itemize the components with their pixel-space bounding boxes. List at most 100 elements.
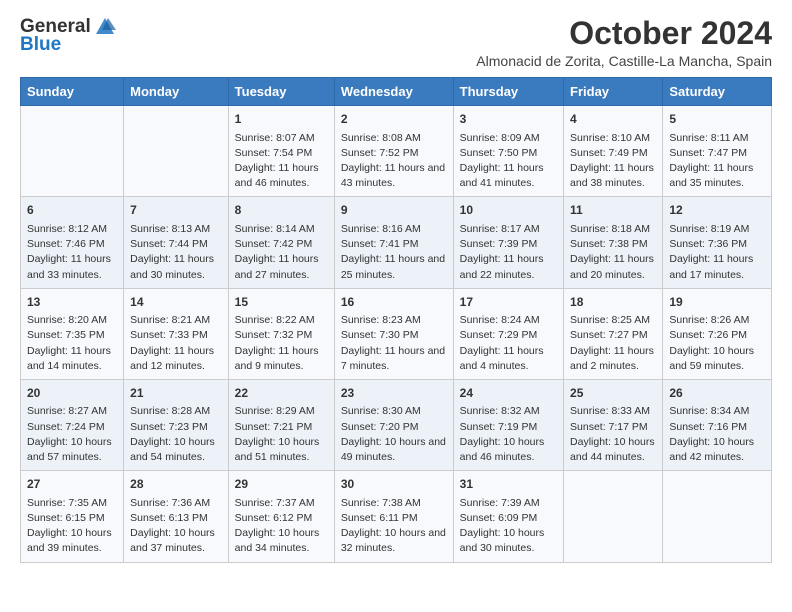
- day-number: 26: [669, 385, 765, 402]
- sunset-text: Sunset: 7:39 PM: [460, 238, 538, 250]
- location-subtitle: Almonacid de Zorita, Castille-La Mancha,…: [476, 53, 772, 69]
- calendar-cell: 2Sunrise: 8:08 AMSunset: 7:52 PMDaylight…: [334, 106, 453, 197]
- daylight-text: Daylight: 11 hours and 38 minutes.: [570, 162, 654, 189]
- calendar-cell: 13Sunrise: 8:20 AMSunset: 7:35 PMDayligh…: [21, 288, 124, 379]
- day-number: 13: [27, 294, 117, 311]
- daylight-text: Daylight: 10 hours and 37 minutes.: [130, 527, 215, 554]
- week-row-3: 13Sunrise: 8:20 AMSunset: 7:35 PMDayligh…: [21, 288, 772, 379]
- daylight-text: Daylight: 10 hours and 59 minutes.: [669, 345, 754, 372]
- page: General Blue October 2024 Almonacid de Z…: [0, 0, 792, 583]
- calendar-cell: 20Sunrise: 8:27 AMSunset: 7:24 PMDayligh…: [21, 379, 124, 470]
- calendar-cell: 3Sunrise: 8:09 AMSunset: 7:50 PMDaylight…: [453, 106, 563, 197]
- sunset-text: Sunset: 7:24 PM: [27, 421, 105, 433]
- sunrise-text: Sunrise: 8:28 AM: [130, 405, 210, 417]
- day-number: 16: [341, 294, 447, 311]
- sunrise-text: Sunrise: 8:25 AM: [570, 314, 650, 326]
- sunrise-text: Sunrise: 8:07 AM: [235, 132, 315, 144]
- week-row-2: 6Sunrise: 8:12 AMSunset: 7:46 PMDaylight…: [21, 197, 772, 288]
- day-number: 18: [570, 294, 656, 311]
- daylight-text: Daylight: 10 hours and 42 minutes.: [669, 436, 754, 463]
- week-row-4: 20Sunrise: 8:27 AMSunset: 7:24 PMDayligh…: [21, 379, 772, 470]
- sunrise-text: Sunrise: 7:36 AM: [130, 497, 210, 509]
- day-header-thursday: Thursday: [453, 78, 563, 106]
- day-number: 28: [130, 476, 222, 493]
- day-number: 8: [235, 202, 328, 219]
- calendar-cell: 30Sunrise: 7:38 AMSunset: 6:11 PMDayligh…: [334, 471, 453, 562]
- sunrise-text: Sunrise: 8:30 AM: [341, 405, 421, 417]
- calendar-cell: 11Sunrise: 8:18 AMSunset: 7:38 PMDayligh…: [564, 197, 663, 288]
- sunrise-text: Sunrise: 7:39 AM: [460, 497, 540, 509]
- calendar-cell: 6Sunrise: 8:12 AMSunset: 7:46 PMDaylight…: [21, 197, 124, 288]
- calendar-cell: 9Sunrise: 8:16 AMSunset: 7:41 PMDaylight…: [334, 197, 453, 288]
- calendar-cell: 29Sunrise: 7:37 AMSunset: 6:12 PMDayligh…: [228, 471, 334, 562]
- sunrise-text: Sunrise: 8:34 AM: [669, 405, 749, 417]
- day-number: 22: [235, 385, 328, 402]
- day-number: 27: [27, 476, 117, 493]
- day-number: 14: [130, 294, 222, 311]
- daylight-text: Daylight: 11 hours and 9 minutes.: [235, 345, 319, 372]
- day-header-saturday: Saturday: [663, 78, 772, 106]
- sunset-text: Sunset: 7:52 PM: [341, 147, 419, 159]
- logo: General Blue: [20, 16, 116, 56]
- calendar-cell: 8Sunrise: 8:14 AMSunset: 7:42 PMDaylight…: [228, 197, 334, 288]
- sunset-text: Sunset: 7:49 PM: [570, 147, 648, 159]
- day-number: 31: [460, 476, 557, 493]
- day-header-sunday: Sunday: [21, 78, 124, 106]
- sunrise-text: Sunrise: 8:11 AM: [669, 132, 748, 144]
- sunrise-text: Sunrise: 8:19 AM: [669, 223, 749, 235]
- sunset-text: Sunset: 7:44 PM: [130, 238, 208, 250]
- sunset-text: Sunset: 7:30 PM: [341, 329, 419, 341]
- sunset-text: Sunset: 7:20 PM: [341, 421, 419, 433]
- calendar-cell: [663, 471, 772, 562]
- daylight-text: Daylight: 11 hours and 30 minutes.: [130, 253, 214, 280]
- sunset-text: Sunset: 7:47 PM: [669, 147, 747, 159]
- week-row-5: 27Sunrise: 7:35 AMSunset: 6:15 PMDayligh…: [21, 471, 772, 562]
- sunrise-text: Sunrise: 8:16 AM: [341, 223, 421, 235]
- calendar-cell: 7Sunrise: 8:13 AMSunset: 7:44 PMDaylight…: [124, 197, 229, 288]
- calendar-cell: 25Sunrise: 8:33 AMSunset: 7:17 PMDayligh…: [564, 379, 663, 470]
- sunrise-text: Sunrise: 8:33 AM: [570, 405, 650, 417]
- sunset-text: Sunset: 7:41 PM: [341, 238, 419, 250]
- calendar-table: SundayMondayTuesdayWednesdayThursdayFrid…: [20, 77, 772, 562]
- sunrise-text: Sunrise: 8:32 AM: [460, 405, 540, 417]
- header: General Blue October 2024 Almonacid de Z…: [20, 16, 772, 69]
- calendar-cell: 28Sunrise: 7:36 AMSunset: 6:13 PMDayligh…: [124, 471, 229, 562]
- sunset-text: Sunset: 7:29 PM: [460, 329, 538, 341]
- day-number: 15: [235, 294, 328, 311]
- sunset-text: Sunset: 7:50 PM: [460, 147, 538, 159]
- daylight-text: Daylight: 10 hours and 44 minutes.: [570, 436, 655, 463]
- day-number: 24: [460, 385, 557, 402]
- sunset-text: Sunset: 7:17 PM: [570, 421, 648, 433]
- day-number: 12: [669, 202, 765, 219]
- daylight-text: Daylight: 11 hours and 43 minutes.: [341, 162, 445, 189]
- day-header-monday: Monday: [124, 78, 229, 106]
- daylight-text: Daylight: 11 hours and 14 minutes.: [27, 345, 111, 372]
- day-number: 10: [460, 202, 557, 219]
- day-number: 1: [235, 111, 328, 128]
- calendar-cell: [564, 471, 663, 562]
- sunrise-text: Sunrise: 7:35 AM: [27, 497, 107, 509]
- daylight-text: Daylight: 10 hours and 54 minutes.: [130, 436, 215, 463]
- daylight-text: Daylight: 10 hours and 34 minutes.: [235, 527, 320, 554]
- sunrise-text: Sunrise: 8:22 AM: [235, 314, 315, 326]
- calendar-cell: 24Sunrise: 8:32 AMSunset: 7:19 PMDayligh…: [453, 379, 563, 470]
- sunset-text: Sunset: 6:09 PM: [460, 512, 538, 524]
- sunset-text: Sunset: 7:38 PM: [570, 238, 648, 250]
- day-header-tuesday: Tuesday: [228, 78, 334, 106]
- day-number: 19: [669, 294, 765, 311]
- daylight-text: Daylight: 10 hours and 51 minutes.: [235, 436, 320, 463]
- calendar-cell: 26Sunrise: 8:34 AMSunset: 7:16 PMDayligh…: [663, 379, 772, 470]
- calendar-cell: 21Sunrise: 8:28 AMSunset: 7:23 PMDayligh…: [124, 379, 229, 470]
- daylight-text: Daylight: 11 hours and 17 minutes.: [669, 253, 753, 280]
- calendar-cell: 15Sunrise: 8:22 AMSunset: 7:32 PMDayligh…: [228, 288, 334, 379]
- daylight-text: Daylight: 11 hours and 27 minutes.: [235, 253, 319, 280]
- calendar-cell: [21, 106, 124, 197]
- calendar-cell: 1Sunrise: 8:07 AMSunset: 7:54 PMDaylight…: [228, 106, 334, 197]
- day-number: 11: [570, 202, 656, 219]
- sunset-text: Sunset: 7:19 PM: [460, 421, 538, 433]
- daylight-text: Daylight: 11 hours and 7 minutes.: [341, 345, 445, 372]
- day-number: 9: [341, 202, 447, 219]
- sunset-text: Sunset: 7:23 PM: [130, 421, 208, 433]
- month-title: October 2024: [476, 16, 772, 51]
- sunset-text: Sunset: 7:42 PM: [235, 238, 313, 250]
